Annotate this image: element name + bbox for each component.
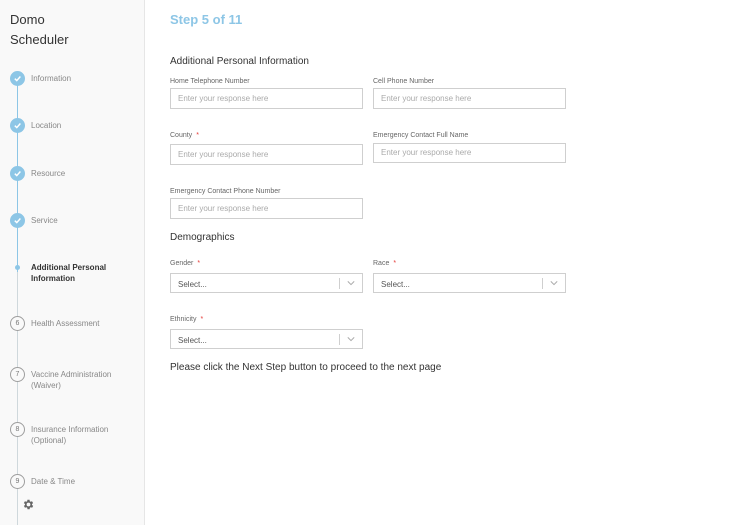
ethnicity-select[interactable]: Select... [170, 329, 363, 349]
chevron-down-icon [347, 337, 355, 342]
ethnicity-label: Ethnicity * [170, 316, 204, 323]
required-marker: * [196, 132, 199, 139]
chevron-down-icon [550, 281, 558, 286]
gear-icon[interactable] [22, 498, 35, 511]
step-health-assessment[interactable]: 6 Health Assessment [10, 316, 131, 331]
select-separator [339, 278, 340, 289]
step-label: Date & Time [31, 477, 76, 486]
gender-label: Gender * [170, 260, 201, 267]
chevron-down-icon [347, 281, 355, 286]
step-label: Location [31, 121, 62, 130]
step-number: 9 [10, 474, 25, 489]
county-label: County * [170, 132, 199, 139]
step-date-time[interactable]: 9 Date & Time [10, 474, 131, 489]
step-label: Information [31, 74, 72, 83]
cell-phone-label: Cell Phone Number [373, 78, 435, 85]
step-service[interactable]: Service [10, 213, 131, 228]
check-icon [10, 166, 25, 181]
check-icon [10, 213, 25, 228]
section-title-additional-info: Additional Personal Information [170, 56, 309, 67]
emergency-phone-label: Emergency Contact Phone Number [170, 188, 281, 195]
sidebar: Domo Scheduler Information Location Reso… [0, 0, 145, 525]
current-step-dot-icon [10, 260, 25, 275]
app-title: Domo Scheduler [10, 12, 69, 47]
emergency-name-input[interactable]: Enter your response here [373, 143, 566, 163]
step-label: Vaccine Administration (Waiver) [31, 370, 112, 390]
next-step-instruction: Please click the Next Step button to pro… [170, 362, 442, 373]
step-label: Insurance Information (Optional) [31, 425, 109, 445]
step-resource[interactable]: Resource [10, 166, 131, 181]
cell-phone-input[interactable]: Enter your response here [373, 88, 566, 109]
step-number: 7 [10, 367, 25, 382]
gender-select[interactable]: Select... [170, 273, 363, 293]
section-title-demographics: Demographics [170, 232, 235, 243]
race-select[interactable]: Select... [373, 273, 566, 293]
race-label: Race * [373, 260, 397, 267]
required-marker: * [197, 260, 201, 267]
emergency-phone-input[interactable]: Enter your response here [170, 198, 363, 219]
step-label: Service [31, 216, 58, 225]
select-separator [542, 278, 543, 289]
step-counter: Step 5 of 11 [170, 12, 243, 27]
step-additional-personal-information[interactable]: Additional Personal Information [10, 260, 131, 284]
required-marker: * [200, 316, 204, 323]
required-marker: * [393, 260, 397, 267]
step-vaccine-administration[interactable]: 7 Vaccine Administration (Waiver) [10, 367, 131, 391]
step-number: 8 [10, 422, 25, 437]
step-information[interactable]: Information [10, 71, 131, 86]
county-input[interactable]: Enter your response here [170, 144, 363, 165]
step-location[interactable]: Location [10, 118, 131, 133]
step-insurance-information[interactable]: 8 Insurance Information (Optional) [10, 422, 131, 446]
step-label: Additional Personal Information [31, 263, 107, 283]
step-label: Health Assessment [31, 319, 100, 328]
check-icon [10, 118, 25, 133]
home-phone-input[interactable]: Enter your response here [170, 88, 363, 109]
emergency-name-label: Emergency Contact Full Name [373, 132, 469, 139]
select-separator [339, 334, 340, 345]
home-phone-label: Home Telephone Number [170, 78, 250, 85]
check-icon [10, 71, 25, 86]
step-label: Resource [31, 169, 66, 178]
step-number: 6 [10, 316, 25, 331]
